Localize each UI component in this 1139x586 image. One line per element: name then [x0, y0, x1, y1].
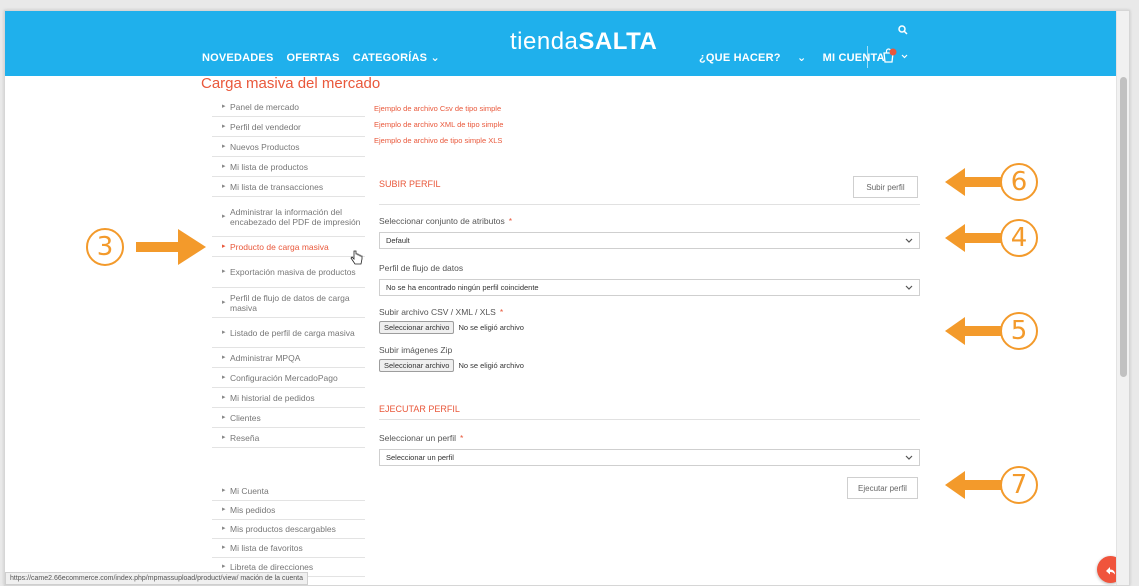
scrollbar-thumb[interactable] [1120, 77, 1127, 377]
sidebar-item-lista-transacciones[interactable]: Mi lista de transacciones [212, 177, 365, 197]
sidebar-item-pdf-header[interactable]: Administrar la información del encabezad… [212, 197, 365, 237]
status-url: https://came2.66ecommerce.com/index.php/… [10, 575, 239, 582]
annotation-number-7: 7 [1000, 466, 1038, 504]
browser-viewport: tiendaSALTA NOVEDADES OFERTAS CATEGORÍAS… [4, 10, 1130, 586]
nav-novedades[interactable]: NOVEDADES [202, 52, 273, 64]
sidebar-item-perfil-vendedor[interactable]: Perfil del vendedor [212, 117, 365, 137]
profile-select-label-text: Seleccionar un perfil [379, 433, 457, 443]
hand-cursor-icon [350, 250, 363, 265]
sidebar-item-clientes[interactable]: Clientes [212, 408, 365, 428]
dataflow-label: Perfil de flujo de datos [379, 263, 464, 273]
file-choose-button[interactable]: Seleccionar archivo [379, 321, 455, 334]
sidebar-item-mpqa[interactable]: Administrar MPQA [212, 348, 365, 368]
sidebar-item-lista-productos[interactable]: Mi lista de productos [212, 157, 365, 177]
sample-file-links: Ejemplo de archivo Csv de tipo simple Ej… [374, 101, 503, 149]
attr-set-label-text: Seleccionar conjunto de atributos [379, 216, 505, 226]
seller-sidebar: Panel de mercado Perfil del vendedor Nue… [212, 97, 365, 577]
annotation-number-5: 5 [1000, 312, 1038, 350]
annotation-arrow-right-icon [136, 229, 206, 265]
execute-section-title: EJECUTAR PERFIL [379, 404, 460, 414]
account-nav: ¿QUE HACER? ⌄ MI CUENTA [699, 51, 885, 64]
required-mark: * [460, 433, 464, 443]
logo-text: tienda [510, 28, 579, 55]
subir-perfil-button[interactable]: Subir perfil [853, 176, 918, 198]
page-scrollbar[interactable] [1116, 11, 1129, 585]
nav-ofertas[interactable]: OFERTAS [287, 52, 340, 64]
divider [379, 419, 920, 420]
annotation-number-3: 3 [86, 228, 124, 266]
upload-section-title: SUBIR PERFIL [379, 179, 441, 189]
annotation-number-4: 4 [1000, 219, 1038, 257]
profile-select-label: Seleccionar un perfil * [379, 433, 463, 443]
sidebar-item-descargables[interactable]: Mis productos descargables [212, 520, 365, 539]
annotation-arrow-left-icon [945, 168, 1001, 196]
nav-divider [867, 46, 868, 68]
chevron-down-icon [905, 455, 913, 460]
sidebar-item-mercadopago[interactable]: Configuración MercadoPago [212, 368, 365, 388]
zip-choose-button[interactable]: Seleccionar archivo [379, 359, 455, 372]
sidebar-item-carga-masiva[interactable]: Producto de carga masiva [212, 237, 365, 257]
profile-select[interactable]: Seleccionar un perfil [379, 449, 920, 466]
zip-upload-label: Subir imágenes Zip [379, 345, 453, 355]
sidebar-item-panel[interactable]: Panel de mercado [212, 97, 365, 117]
page-title: Carga masiva del mercado [201, 75, 381, 92]
annotation-number-6: 6 [1000, 163, 1038, 201]
profile-value: Seleccionar un perfil [386, 453, 454, 462]
status-trailing: mación de la cuenta [240, 575, 303, 582]
site-logo[interactable]: tiendaSALTA [510, 28, 657, 56]
sidebar-item-listado-perfil[interactable]: Listado de perfil de carga masiva [212, 318, 365, 348]
nav-mi-cuenta[interactable]: MI CUENTA [823, 52, 885, 64]
site-header: tiendaSALTA NOVEDADES OFERTAS CATEGORÍAS… [5, 11, 1129, 76]
nav-que-hacer-chevron[interactable]: ⌄ [797, 52, 806, 64]
zip-upload-row: Seleccionar archivo No se eligió archivo [379, 359, 524, 372]
file-upload-label-text: Subir archivo CSV / XML / XLS [379, 307, 496, 317]
dataflow-value: No se ha encontrado ningún perfil coinci… [386, 283, 539, 292]
nav-categorias[interactable]: CATEGORÍAS ⌄ [353, 52, 440, 64]
sidebar-item-exportacion-masiva[interactable]: Exportación masiva de productos [212, 257, 365, 288]
cart-button[interactable] [882, 48, 912, 69]
attr-set-select[interactable]: Default [379, 232, 920, 249]
attr-set-value: Default [386, 236, 410, 245]
sidebar-item-historial-pedidos[interactable]: Mi historial de pedidos [212, 388, 365, 408]
sidebar-item-mis-pedidos[interactable]: Mis pedidos [212, 501, 365, 520]
file-upload-row: Seleccionar archivo No se eligió archivo [379, 321, 524, 334]
annotation-arrow-left-icon [945, 317, 1001, 345]
divider [379, 204, 920, 205]
sidebar-item-favoritos[interactable]: Mi lista de favoritos [212, 539, 365, 558]
file-status: No se eligió archivo [458, 323, 524, 332]
browser-status-bar: https://came2.66ecommerce.com/index.php/… [5, 572, 308, 585]
dataflow-select[interactable]: No se ha encontrado ningún perfil coinci… [379, 279, 920, 296]
annotation-arrow-left-icon [945, 224, 1001, 252]
required-mark: * [499, 307, 504, 317]
chevron-down-icon [905, 285, 913, 290]
sidebar-item-nuevos-productos[interactable]: Nuevos Productos [212, 137, 365, 157]
sidebar-item-resena[interactable]: Reseña [212, 428, 365, 448]
file-upload-label: Subir archivo CSV / XML / XLS * [379, 307, 503, 317]
zip-status: No se eligió archivo [458, 361, 524, 370]
logo-text-bold: SALTA [578, 28, 658, 55]
annotation-arrow-left-icon [945, 471, 1001, 499]
ejecutar-perfil-button[interactable]: Ejecutar perfil [847, 477, 918, 499]
sidebar-item-mi-cuenta[interactable]: Mi Cuenta [212, 482, 365, 501]
sample-xls-link[interactable]: Ejemplo de archivo de tipo simple XLS [374, 133, 503, 149]
sample-xml-link[interactable]: Ejemplo de archivo XML de tipo simple [374, 117, 503, 133]
attr-set-label: Seleccionar conjunto de atributos * [379, 216, 512, 226]
sidebar-item-perfil-flujo[interactable]: Perfil de flujo de datos de carga masiva [212, 288, 365, 318]
nav-que-hacer[interactable]: ¿QUE HACER? [699, 52, 781, 64]
main-nav: NOVEDADES OFERTAS CATEGORÍAS ⌄ [202, 51, 440, 64]
required-mark: * [508, 216, 513, 226]
cart-bag-icon [883, 48, 908, 63]
search-icon[interactable] [898, 25, 908, 35]
sample-csv-link[interactable]: Ejemplo de archivo Csv de tipo simple [374, 101, 503, 117]
chevron-down-icon [905, 238, 913, 243]
